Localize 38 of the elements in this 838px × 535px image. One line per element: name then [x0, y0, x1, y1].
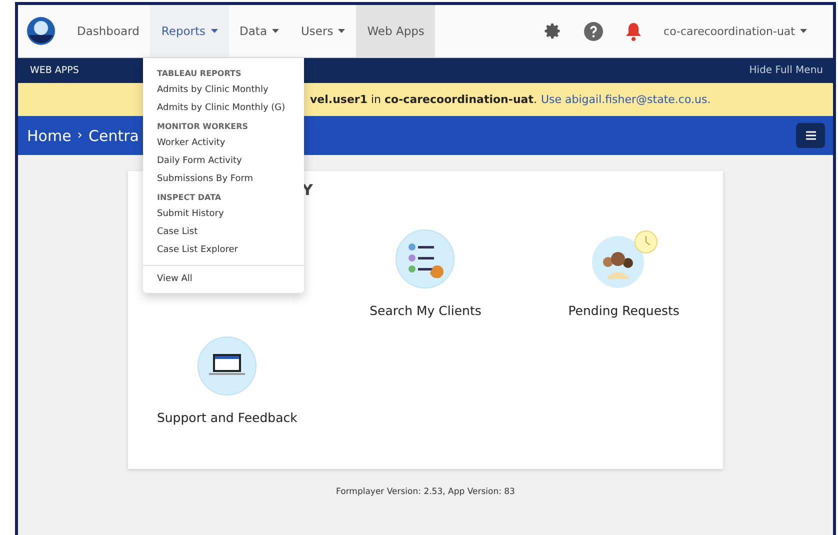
bell-icon[interactable] [624, 22, 642, 40]
menu-item[interactable]: Daily Form Activity [143, 152, 304, 170]
email-link[interactable]: Use abigail.fisher@state.co.us. [540, 93, 711, 106]
hide-menu-link[interactable]: Hide Full Menu [749, 65, 823, 76]
nav-menu-item[interactable]: Reports [150, 5, 229, 57]
menu-item[interactable]: Admits by Clinic Monthly (G) [143, 99, 304, 117]
menu-item[interactable]: View All [143, 266, 304, 293]
project-dropdown[interactable]: co-carecoordination-uat [664, 24, 807, 38]
menu-section-header: MONITOR WORKERS [156, 121, 250, 133]
web-apps-label: WEB APPS [30, 65, 79, 76]
breadcrumb-link[interactable]: Home [27, 126, 72, 144]
menu-item[interactable]: Admits by Clinic Monthly [143, 81, 304, 99]
nav-menu-item[interactable]: Data [228, 5, 290, 57]
help-icon[interactable] [584, 22, 603, 40]
login-as-message: vel.user1 in co-carecoordination-uat. [310, 93, 537, 106]
menu-item[interactable]: Case List [143, 223, 304, 241]
version-text: Formplayer Version: 2.53, App Version: 83 [336, 487, 515, 497]
menu-item[interactable]: Worker Activity [143, 134, 304, 152]
caret-icon [800, 29, 807, 33]
nav-menu-item[interactable]: Users [290, 5, 356, 57]
menu-button[interactable] [796, 123, 825, 148]
nav-menu-item[interactable]: Dashboard [66, 5, 150, 57]
breadcrumb-link[interactable]: Centra [88, 126, 139, 144]
settings-icon[interactable] [544, 22, 562, 40]
laptop-icon [197, 336, 258, 396]
logo[interactable] [26, 16, 56, 46]
menu-icon [806, 131, 816, 140]
client-list-icon [395, 229, 456, 289]
tile-label[interactable]: Search My Clients [370, 303, 482, 318]
nav-menu-item[interactable]: Web Apps [356, 5, 436, 57]
tile-label[interactable]: Support and Feedback [156, 410, 298, 425]
menu-section-header: INSPECT DATA [156, 192, 222, 204]
tile-label[interactable]: Pending Requests [568, 303, 680, 318]
menu-item[interactable]: Submit History [143, 205, 304, 223]
menu-item[interactable]: Case List Explorer [143, 241, 304, 259]
breadcrumb-separator: › [77, 128, 82, 143]
menu-item[interactable]: Submissions By Form [143, 170, 304, 188]
menu-section-header: TABLEAU REPORTS [156, 68, 242, 80]
